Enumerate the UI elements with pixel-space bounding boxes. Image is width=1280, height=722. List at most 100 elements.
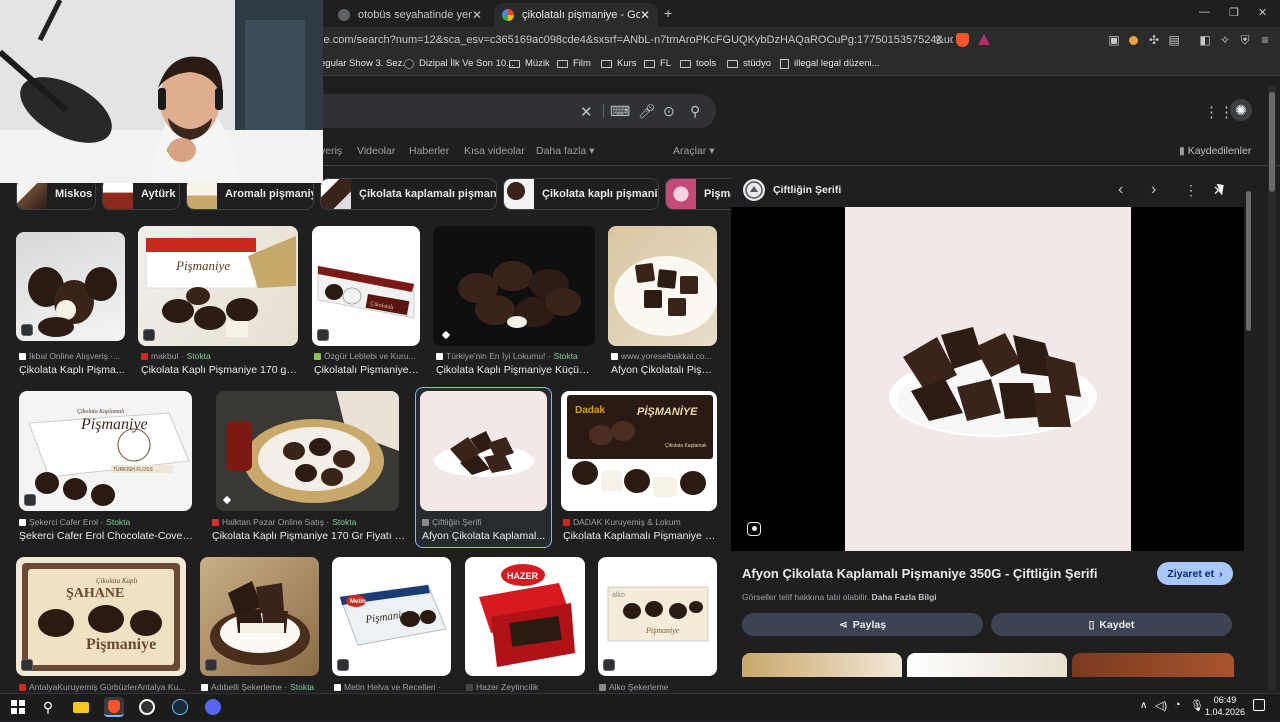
clear-search-icon[interactable]: ✕ (580, 103, 593, 121)
result-image[interactable]: Çikolatalı (312, 226, 420, 346)
page-scrollbar[interactable] (1268, 86, 1276, 690)
brave-browser-icon[interactable] (104, 697, 124, 717)
speaker-icon[interactable]: ◁) (1155, 699, 1167, 712)
result-title[interactable]: Afyon Çikolata Kaplamal... (422, 530, 550, 542)
close-tab-icon[interactable]: ✕ (640, 8, 650, 22)
save-button[interactable]: ▯ Kaydet (991, 613, 1232, 636)
result-image[interactable] (608, 226, 717, 346)
next-image-icon[interactable]: › (1151, 181, 1156, 199)
result-image[interactable]: alko Pişmaniye (598, 557, 717, 676)
result-title[interactable]: Afyon Çikolatalı Pişm... (611, 364, 717, 376)
close-tab-icon[interactable]: ✕ (472, 8, 482, 22)
vpn-icon[interactable]: ⛨ (1238, 33, 1252, 47)
bookmark-item[interactable]: egular Show 3. Sez... (320, 58, 410, 69)
clock-time[interactable]: 06:49 (1207, 695, 1243, 705)
tab-videos[interactable]: Videolar (357, 145, 395, 157)
related-image[interactable] (742, 653, 902, 677)
result-image[interactable]: Çikolata Kaplamalı Pişmaniye TÜRKİSH FLOSS (19, 391, 192, 511)
restore-button[interactable]: ❐ (1229, 6, 1239, 19)
box-text: Pişmaniye (86, 636, 156, 653)
microphone-icon[interactable]: 🎤︎ (638, 103, 656, 120)
result-title[interactable]: Çikolata Kaplı Pişmaniye 170 g, 4... (141, 364, 299, 376)
extension-icon[interactable]: ▣ (1107, 33, 1121, 47)
result-title[interactable]: Çikolatalı Pişmaniye ... (314, 364, 420, 376)
bookmark-item[interactable]: Dizipal İlk Ve Son 10... (404, 58, 514, 69)
panel-scrollbar-thumb[interactable] (1246, 191, 1251, 331)
result-title[interactable]: Çikolata Kaplamalı Pişmaniye - ... (563, 530, 718, 542)
chat-app-icon[interactable] (203, 697, 223, 717)
brave-shield-icon[interactable] (956, 33, 969, 47)
bookmark-folder[interactable]: Kurs (601, 58, 637, 69)
preview-image[interactable] (845, 207, 1131, 551)
visit-button[interactable]: Ziyaret et › (1157, 562, 1233, 585)
search-icon[interactable]: ⚲ (38, 697, 58, 717)
file-explorer-icon[interactable] (71, 697, 91, 717)
search-icon[interactable]: ⚲ (690, 103, 700, 120)
panel-title[interactable]: Afyon Çikolata Kaplamalı Pişmaniye 350G … (742, 566, 1097, 581)
bookmark-folder[interactable]: Film (557, 58, 591, 69)
tab-short-videos[interactable]: Kısa videolar (464, 145, 525, 157)
bookmark-folder[interactable]: stüdyo (727, 58, 771, 69)
result-image[interactable] (16, 232, 125, 341)
notification-icon[interactable] (1253, 699, 1265, 711)
result-image-selected[interactable] (420, 391, 547, 511)
close-window-button[interactable]: ✕ (1258, 6, 1267, 19)
bookmark-item[interactable]: illegal legal düzeni... (780, 58, 880, 69)
share-icon[interactable]: ⇪ (931, 33, 945, 47)
chip-cikolata-kaplamali[interactable]: Çikolata kaplamalı pişmaniye (320, 178, 497, 210)
clock-date[interactable]: 1.04.2026 (1202, 707, 1248, 717)
leo-ai-icon[interactable]: ✧ (1218, 33, 1232, 47)
bookmark-folder[interactable]: FL (644, 58, 671, 69)
result-image[interactable] (433, 226, 595, 346)
more-info-link[interactable]: Daha Fazla Bilgi (871, 592, 936, 602)
url-field[interactable]: gle.com/search?num=12&sca_esv=c365169ac0… (315, 30, 953, 50)
bookmark-folder[interactable]: tools (680, 58, 716, 69)
saved-button[interactable]: ▮ Kaydedilenler (1179, 145, 1251, 157)
brave-rewards-icon[interactable] (978, 34, 990, 45)
steam-icon[interactable] (170, 697, 190, 717)
result-image[interactable]: Metin Pişmaniye (332, 557, 451, 676)
minimize-button[interactable]: — (1199, 6, 1210, 18)
avatar[interactable]: ✺ (1230, 99, 1252, 121)
result-image[interactable]: Dadak PİŞMANİYE Çikolata Kaplamalı (561, 391, 717, 511)
result-image[interactable] (216, 391, 399, 511)
show-hidden-icons[interactable]: ∧ (1140, 700, 1147, 711)
chip-pismaniye[interactable]: Pişma (665, 178, 733, 210)
tab-shopping[interactable]: veriş (320, 145, 342, 157)
share-button[interactable]: ⋖ Paylaş (742, 613, 983, 636)
previous-image-icon[interactable]: ‹ (1118, 181, 1123, 199)
browser-tab-active[interactable]: çikolatalı pişmaniye - Google'da ✕ (494, 3, 658, 27)
network-icon[interactable]: ◔ (1174, 699, 1181, 711)
extension-icon[interactable] (1129, 36, 1138, 45)
result-image[interactable] (200, 557, 319, 676)
page-scrollbar-thumb[interactable] (1269, 92, 1275, 192)
google-lens-icon[interactable] (747, 522, 761, 536)
result-image[interactable]: HAZER (465, 557, 585, 676)
panel-scrollbar[interactable] (1246, 183, 1252, 673)
more-options-icon[interactable]: ⋮ (1184, 182, 1198, 199)
lens-icon[interactable]: ⊙ (663, 103, 675, 120)
obs-icon[interactable] (137, 697, 157, 717)
menu-icon[interactable]: ≡ (1258, 33, 1272, 47)
related-image[interactable] (1072, 653, 1234, 677)
related-image[interactable] (907, 653, 1067, 677)
result-image[interactable]: ŞAHANE Çikolata Kaplı Pişmaniye (16, 557, 186, 676)
keyboard-icon[interactable]: ⌨ (610, 103, 630, 120)
tools-button[interactable]: Araçlar ▾ (673, 145, 714, 157)
bookmark-folder[interactable]: Müzik (509, 58, 550, 69)
tab-more[interactable]: Daha fazla ▾ (536, 145, 594, 157)
result-title[interactable]: Çikolata Kaplı Pişmaniye 170 Gr Fiyatı v… (212, 530, 407, 542)
sidebar-icon[interactable]: ◧ (1198, 33, 1212, 47)
result-image[interactable]: Pişmaniye (138, 226, 298, 346)
browser-tab[interactable]: otobüs seyahatinde yenilecek en iyi y ✕ (330, 3, 490, 27)
media-icon[interactable]: ▤ (1167, 33, 1181, 47)
panel-site-name[interactable]: Çiftliğin Şerifi (773, 184, 841, 196)
puzzle-icon[interactable]: ✣ (1147, 33, 1161, 47)
chip-cikolata-kapli[interactable]: Çikolata kaplı pişmaniye (503, 178, 659, 210)
tab-news[interactable]: Haberler (409, 145, 449, 157)
new-tab-button[interactable]: + (664, 5, 672, 21)
result-title[interactable]: Çikolata Kaplı Pişmaniye Küçük Boy (436, 364, 594, 376)
result-title[interactable]: Çikolata Kaplı Pişma... (19, 364, 129, 376)
result-title[interactable]: Şekerci Cafer Erol Chocolate-Covered... (19, 530, 194, 542)
windows-start-icon[interactable] (8, 697, 28, 717)
